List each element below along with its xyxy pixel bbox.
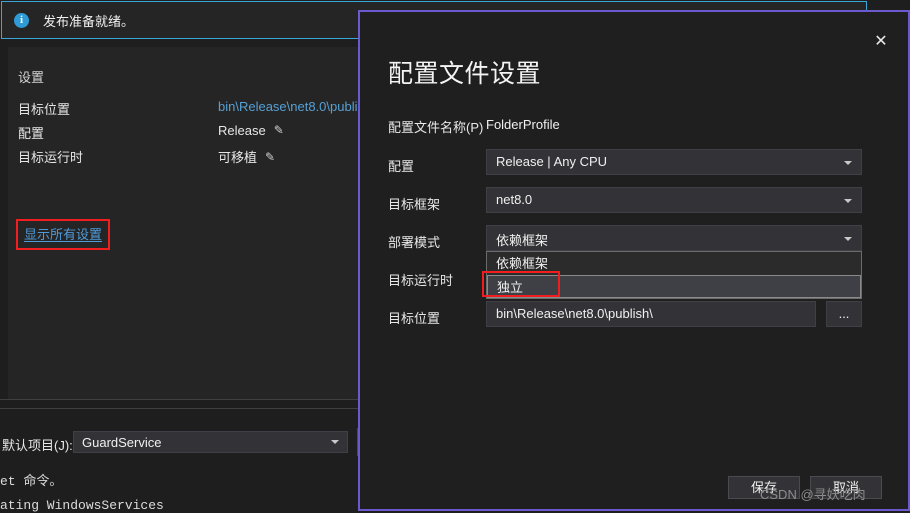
- field-label-target-framework: 目标框架: [388, 197, 441, 212]
- field-label-target-location: 目标位置: [388, 311, 441, 326]
- settings-label-target-location: 目标位置: [18, 102, 71, 117]
- target-framework-combobox[interactable]: net8.0: [486, 187, 862, 213]
- settings-value-configuration-text: Release: [218, 123, 266, 138]
- field-label-target-runtime: 目标运行时: [388, 273, 454, 288]
- dropdown-option-self-contained[interactable]: 独立: [487, 275, 861, 298]
- configuration-combobox-value: Release | Any CPU: [496, 154, 608, 169]
- dialog-title: 配置文件设置: [388, 60, 542, 88]
- show-all-settings-annotation: 显示所有设置: [16, 219, 111, 250]
- target-location-input-value: bin\Release\net8.0\publish\: [496, 306, 653, 321]
- default-project-combobox[interactable]: GuardService: [73, 431, 348, 453]
- target-location-input[interactable]: bin\Release\net8.0\publish\: [486, 301, 816, 327]
- settings-label-target-runtime: 目标运行时: [18, 150, 84, 165]
- field-value-profile-name: FolderProfile: [486, 117, 560, 132]
- settings-heading: 设置: [18, 70, 45, 85]
- chevron-down-icon: [844, 199, 852, 203]
- field-label-profile-name: 配置文件名称(P): [388, 120, 484, 135]
- deployment-mode-dropdown-list: 依赖框架 独立: [486, 251, 862, 299]
- configuration-combobox[interactable]: Release | Any CPU: [486, 149, 862, 175]
- target-framework-combobox-value: net8.0: [496, 192, 533, 207]
- pencil-icon[interactable]: ✎: [274, 123, 284, 137]
- deployment-mode-combobox-value: 依赖框架: [496, 233, 549, 248]
- chevron-down-icon: [844, 161, 852, 165]
- show-all-settings-link[interactable]: 显示所有设置: [24, 227, 102, 242]
- profile-settings-dialog: ✕ 配置文件设置 配置文件名称(P) FolderProfile 配置 Rele…: [358, 10, 910, 511]
- chevron-down-icon: [844, 237, 852, 241]
- info-icon: i: [14, 12, 29, 28]
- dropdown-option-framework-dependent[interactable]: 依赖框架: [487, 252, 861, 275]
- settings-value-configuration: Release ✎: [218, 123, 284, 138]
- default-project-label: 默认项目(J):: [2, 438, 73, 453]
- settings-label-configuration: 配置: [18, 126, 45, 141]
- settings-value-target-runtime: 可移植 ✎: [218, 147, 275, 166]
- field-label-configuration: 配置: [388, 159, 415, 174]
- field-label-deployment-mode: 部署模式: [388, 235, 441, 250]
- default-project-value: GuardService: [82, 434, 162, 450]
- watermark: CSDN @寻妖吃肉: [760, 487, 866, 502]
- close-icon[interactable]: ✕: [866, 26, 896, 56]
- console-output-line-1: et 命令。: [0, 474, 63, 489]
- browse-button[interactable]: ...: [826, 301, 862, 327]
- deployment-mode-combobox[interactable]: 依赖框架: [486, 225, 862, 251]
- settings-value-target-location[interactable]: bin\Release\net8.0\publi: [218, 99, 358, 114]
- chevron-down-icon: [331, 440, 339, 444]
- settings-value-target-runtime-text: 可移植: [218, 150, 258, 165]
- pencil-icon[interactable]: ✎: [265, 150, 275, 164]
- info-banner-message: 发布准备就绪。: [43, 13, 135, 29]
